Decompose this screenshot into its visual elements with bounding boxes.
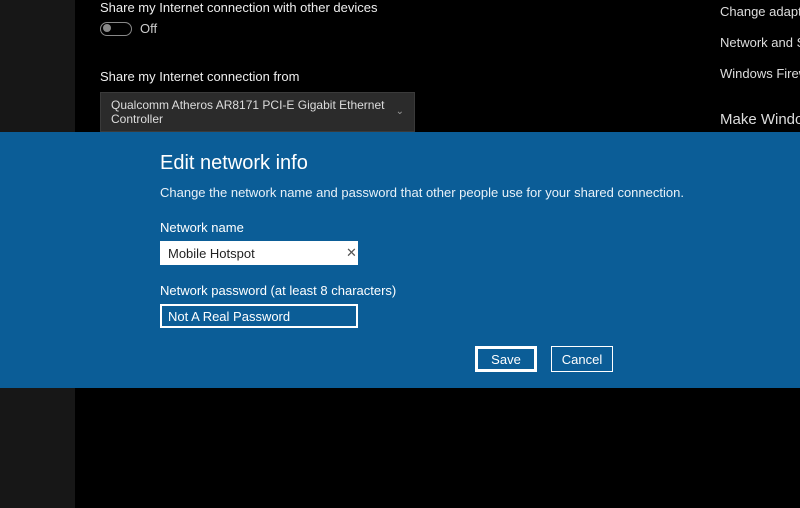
dialog-buttons: Save Cancel xyxy=(475,346,800,372)
network-name-label: Network name xyxy=(160,220,800,235)
link-network-sharing[interactable]: Network and Sharing Center xyxy=(720,35,800,50)
network-name-input[interactable] xyxy=(168,246,344,261)
chevron-down-icon: ⌄ xyxy=(396,106,404,117)
make-windows-better-heading: Make Windows better xyxy=(720,111,800,128)
toggle-off-icon xyxy=(100,22,132,36)
network-password-input[interactable] xyxy=(168,309,350,324)
adapter-name: Qualcomm Atheros AR8171 PCI-E Gigabit Et… xyxy=(111,98,396,126)
save-button[interactable]: Save xyxy=(475,346,537,372)
share-toggle-label: Share my Internet connection with other … xyxy=(100,0,415,15)
link-windows-firewall[interactable]: Windows Firewall xyxy=(720,66,800,81)
network-name-input-wrap: ✕ xyxy=(160,241,358,265)
share-toggle[interactable]: Off xyxy=(100,21,157,36)
adapter-dropdown[interactable]: Qualcomm Atheros AR8171 PCI-E Gigabit Et… xyxy=(100,92,415,132)
share-from-label: Share my Internet connection from xyxy=(100,69,415,84)
edit-network-dialog: Edit network info Change the network nam… xyxy=(0,132,800,388)
dialog-description: Change the network name and password tha… xyxy=(160,185,800,200)
network-password-input-wrap xyxy=(160,304,358,328)
network-password-label: Network password (at least 8 characters) xyxy=(160,283,800,298)
toggle-state-text: Off xyxy=(140,21,157,36)
link-change-adapter[interactable]: Change adapter options xyxy=(720,4,800,19)
clear-icon[interactable]: ✕ xyxy=(344,245,359,261)
dialog-title: Edit network info xyxy=(160,152,800,175)
cancel-button[interactable]: Cancel xyxy=(551,346,613,372)
